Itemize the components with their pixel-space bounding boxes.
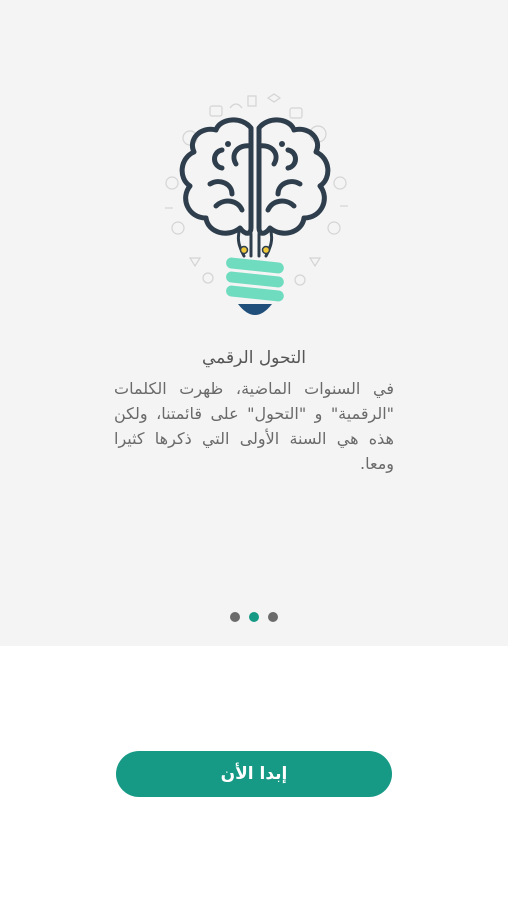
onboarding-panel: التحول الرقمي في السنوات الماضية، ظهرت ا…: [0, 0, 508, 646]
pagination-dot-2[interactable]: [249, 612, 259, 622]
brain-lightbulb-icon: [165, 93, 348, 315]
onboarding-description: في السنوات الماضية، ظهرت الكلمات "الرقمي…: [114, 379, 394, 473]
onboarding-title: التحول الرقمي: [202, 348, 306, 368]
pagination-dot-3[interactable]: [268, 612, 278, 622]
start-now-button[interactable]: إبدا الأن: [116, 751, 392, 797]
pagination-dots: [0, 612, 508, 624]
pagination-dot-1[interactable]: [230, 612, 240, 622]
